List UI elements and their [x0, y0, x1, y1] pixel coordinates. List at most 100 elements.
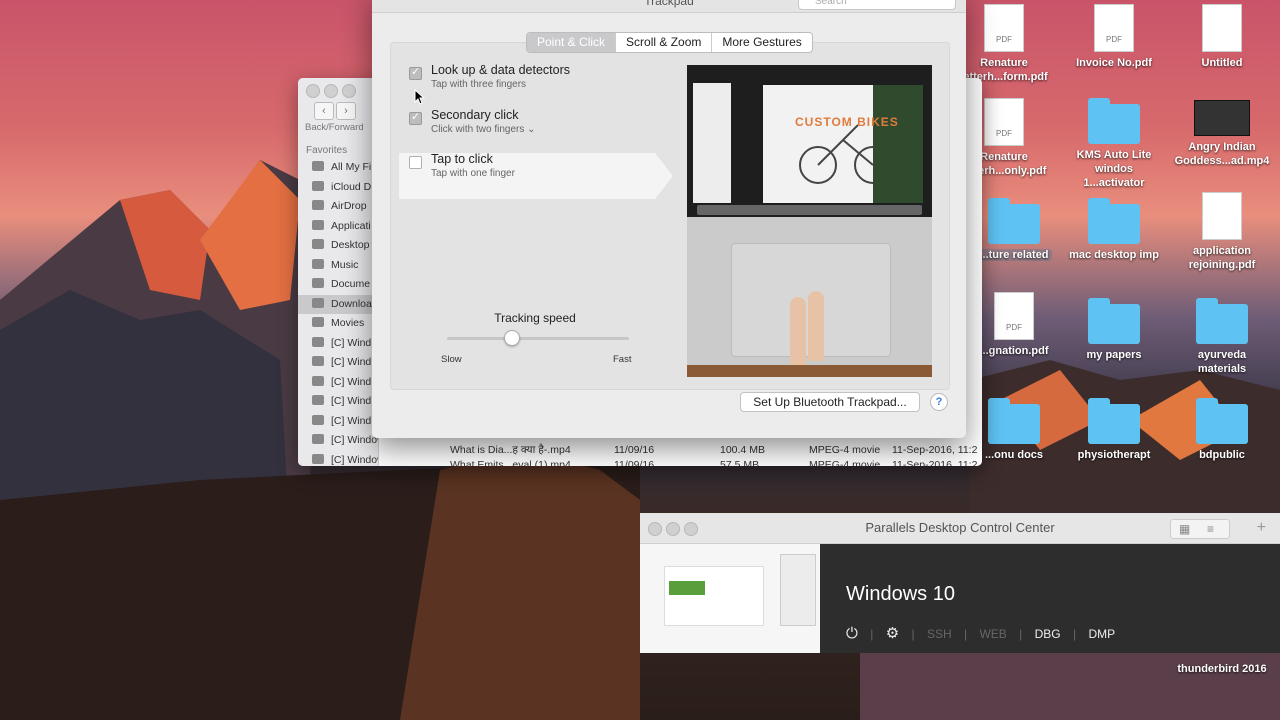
tracking-speed-slider[interactable]	[447, 337, 629, 340]
sidebar-item[interactable]: Applicati	[298, 217, 378, 237]
dmp-button[interactable]: DMP	[1088, 627, 1115, 641]
desktop-icon[interactable]: physiotherapt	[1066, 398, 1162, 462]
lookup-checkbox[interactable]	[409, 65, 422, 80]
sidebar-item[interactable]: [C] Windows 10	[298, 451, 378, 467]
sidebar-item[interactable]: [C] Wind	[298, 392, 378, 412]
table-row[interactable]: What is Dia...ह क्या है-.mp4 11/09/16 10…	[378, 443, 982, 458]
desktop-icon-label: ayurveda materials	[1197, 349, 1247, 375]
folder-icon	[1088, 198, 1140, 244]
sidebar-item-label: [C] Wind	[331, 356, 372, 368]
tab-point-click[interactable]: Point & Click	[527, 33, 616, 52]
file-date: 11/09/16	[614, 444, 655, 456]
sidebar-item[interactable]: All My Fi	[298, 158, 378, 178]
sidebar-item-label: [C] Wind	[331, 414, 372, 427]
desktop-icon[interactable]: ayurveda materials	[1174, 298, 1270, 376]
ssh-button[interactable]: SSH	[927, 627, 952, 641]
add-button[interactable]: +	[1257, 513, 1266, 543]
file-list: What is Dia...ह क्या है-.mp4 11/09/16 10…	[378, 443, 982, 466]
desktop-icon[interactable]: bdpublic	[1174, 398, 1270, 462]
desktop-icon[interactable]: mac desktop imp	[1066, 198, 1162, 262]
help-button[interactable]: ?	[930, 393, 948, 411]
file-added: 11-Sep-2016, 11:2	[892, 459, 978, 466]
window-title: Parallels Desktop Control Center	[865, 520, 1055, 535]
secondary-click-dropdown[interactable]: Click with two fingers ⌄	[431, 124, 536, 135]
list-view-icon[interactable]: ≡	[1207, 514, 1214, 544]
file-added: 11-Sep-2016, 11:2	[892, 444, 978, 456]
slider-knob[interactable]	[503, 330, 520, 346]
close-button[interactable]	[648, 522, 662, 536]
secondary-click-checkbox[interactable]	[409, 110, 422, 125]
desktop-icon[interactable]: my papers	[1066, 298, 1162, 362]
sidebar-item[interactable]: Music	[298, 256, 378, 276]
folder-icon	[988, 398, 1040, 444]
minimize-button[interactable]	[324, 84, 338, 98]
sidebar-item[interactable]: Docume	[298, 275, 378, 295]
sidebar-item[interactable]: AirDrop	[298, 197, 378, 217]
window-titlebar: Trackpad Search	[372, 0, 966, 13]
gear-icon[interactable]: ⚙	[886, 625, 899, 642]
movie-file-icon	[1194, 100, 1250, 136]
table-row[interactable]: What Emits...eval (1).mp4 11/09/16 57.5 …	[378, 458, 982, 466]
tab-scroll-zoom[interactable]: Scroll & Zoom	[615, 33, 711, 52]
vm-panel	[780, 554, 816, 626]
folder-icon	[1196, 398, 1248, 444]
desktop-icon[interactable]: Angry Indian Goddess...ad.mp4	[1174, 100, 1270, 168]
sidebar-item[interactable]: iCloud D	[298, 178, 378, 198]
forward-button[interactable]: ›	[336, 102, 356, 120]
desktop-icon-label: bdpublic	[1199, 449, 1245, 461]
desktop-icon-label: Angry Indian Goddess...ad.mp4	[1174, 141, 1270, 167]
back-button[interactable]: ‹	[314, 102, 334, 120]
minimize-button[interactable]	[666, 522, 680, 536]
close-button[interactable]	[306, 84, 320, 98]
sidebar-item[interactable]: Desktop	[298, 236, 378, 256]
separator: |	[911, 627, 915, 641]
file-kind: MPEG-4 movie	[809, 444, 881, 456]
desktop-icon[interactable]: application rejoining.pdf	[1174, 192, 1270, 272]
vm-actions: ⏻ | ⚙ | SSH | WEB | DBG | DMP	[846, 624, 1124, 642]
vm-name: Windows 10	[846, 583, 955, 605]
dbg-button[interactable]: DBG	[1035, 627, 1061, 641]
desktop-icon[interactable]: KMS Auto Lite windos 1...activator	[1066, 98, 1162, 190]
web-button[interactable]: WEB	[979, 627, 1006, 641]
setup-bluetooth-trackpad-button[interactable]: Set Up Bluetooth Trackpad...	[740, 392, 920, 412]
desktop-icon[interactable]: PDF Invoice No.pdf	[1066, 4, 1162, 70]
grid-view-icon[interactable]: ▦	[1179, 514, 1190, 544]
sidebar-item[interactable]: Movies	[298, 314, 378, 334]
separator: |	[1072, 627, 1077, 641]
sidebar-item-label: Music	[331, 258, 359, 271]
finder-sidebar: ‹ › Back/Forward Favorites All My Fi iCl…	[298, 78, 379, 466]
zoom-button[interactable]	[342, 84, 356, 98]
pdf-file-icon: PDF	[984, 4, 1024, 52]
power-icon[interactable]: ⏻	[846, 625, 858, 642]
desktop-icon-label: Invoice No.pdf	[1076, 57, 1152, 69]
tracking-speed-label: Tracking speed	[494, 311, 576, 325]
option-title: Tap to click	[431, 152, 493, 166]
zoom-button[interactable]	[684, 522, 698, 536]
sidebar-item[interactable]: [C] Wind	[298, 373, 378, 393]
sidebar-item-label: AirDrop	[331, 200, 367, 212]
tap-to-click-checkbox[interactable]	[409, 156, 422, 169]
desktop-icon[interactable]: PDF Renature letterh...form.pdf	[956, 4, 1052, 84]
view-toggle[interactable]: ▦ ≡	[1170, 519, 1230, 539]
preview-table	[687, 365, 932, 377]
desktop-icon[interactable]: Untitled	[1174, 4, 1270, 70]
vm-thumbnail[interactable]	[640, 544, 820, 653]
separator: |	[963, 627, 968, 641]
desktop-icon[interactable]: thunderbird 2016	[1174, 662, 1270, 676]
search-input[interactable]: Search	[798, 0, 956, 10]
bicycle-image	[799, 85, 923, 203]
file-size: 57.5 MB	[720, 459, 760, 466]
sidebar-item[interactable]: [C] Windows 10	[298, 431, 378, 451]
fast-label: Fast	[613, 354, 632, 365]
sidebar-item[interactable]: [C] Wind	[298, 353, 378, 373]
sidebar-item-label: Downloa	[331, 297, 372, 310]
option-subtitle: Tap with one finger	[431, 168, 515, 179]
sidebar-item-label: [C] Wind	[331, 375, 372, 388]
pdf-file-icon: PDF	[1094, 4, 1134, 52]
tab-more-gestures[interactable]: More Gestures	[711, 33, 811, 52]
document-icon	[312, 336, 324, 347]
sidebar-item[interactable]: [C] Wind	[298, 412, 378, 432]
sidebar-item-label: iCloud D	[331, 180, 372, 193]
sidebar-item[interactable]: Downloa	[298, 294, 378, 314]
sidebar-item[interactable]: [C] Wind	[298, 334, 378, 354]
